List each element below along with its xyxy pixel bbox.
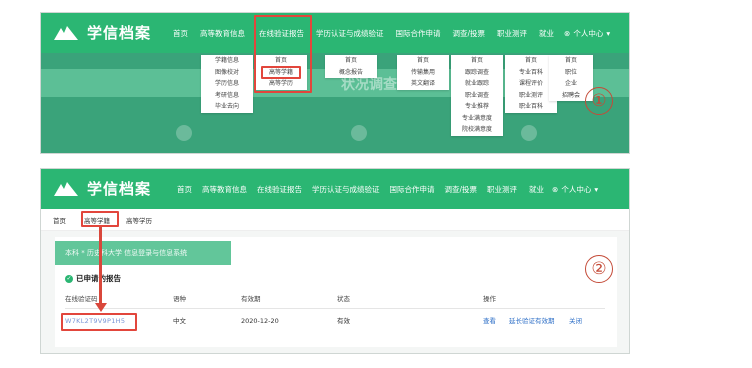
- status-cell: 有效: [337, 317, 350, 325]
- verification-code-link[interactable]: W7KL2T9V9P1H5: [65, 311, 125, 331]
- dropdown-item[interactable]: 图像校对: [201, 67, 253, 79]
- nav-jobs[interactable]: 就业: [529, 184, 544, 195]
- subtab-higher-degree[interactable]: 高等学历: [126, 215, 152, 225]
- check-circle-icon: ✓: [65, 274, 73, 283]
- dropdown-column-survey: 首页 跟踪调查 就业跟踪 职业调查 专业推荐 专业满意度 院校满意度: [451, 55, 503, 136]
- subtab-home[interactable]: 首页: [53, 215, 66, 225]
- dropdown-item-higher-enrollment[interactable]: 高等学籍: [255, 67, 307, 79]
- close-link[interactable]: 关闭: [569, 311, 582, 331]
- nav-intl[interactable]: 国际合作申请: [396, 28, 441, 39]
- screenshot-step-1: 学信档案 首页 高等教育信息 在线验证报告 学历认证与成绩验证 国际合作申请 调…: [40, 12, 630, 154]
- dropdown-item[interactable]: 专业推荐: [451, 101, 503, 113]
- column-header-actions: 操作: [483, 295, 496, 303]
- nav-online-report[interactable]: 在线验证报告: [257, 184, 302, 195]
- dropdown-item[interactable]: 首页: [397, 55, 449, 67]
- dropdown-item[interactable]: 高等学历: [255, 78, 307, 90]
- dropdown-item[interactable]: 英文翻译: [397, 78, 449, 90]
- user-icon: ⊗: [564, 28, 571, 38]
- nav-higher-edu[interactable]: 高等教育信息: [202, 184, 247, 195]
- school-banner: 本科 * 历史科大学 信息登录与信息系统: [55, 241, 231, 265]
- dropdown-item[interactable]: 就业跟踪: [451, 78, 503, 90]
- step-number-badge: ②: [585, 255, 613, 283]
- logo[interactable]: 学信档案: [53, 178, 151, 199]
- dropdown-item[interactable]: 首页: [325, 55, 377, 67]
- dropdown-item[interactable]: 职业百科: [505, 101, 557, 113]
- nav-intl[interactable]: 国际合作申请: [390, 184, 435, 195]
- mega-dropdown: 学籍信息 图像校对 学历信息 考研信息 毕业去向 首页 高等学籍 高等学历 首页…: [41, 53, 629, 153]
- user-menu[interactable]: ⊗ 个人中心 ▾: [552, 184, 598, 195]
- logo-icon: [54, 25, 78, 40]
- nav-survey[interactable]: 调查/投票: [453, 28, 486, 39]
- section-title: ✓ 已申请的报告: [65, 273, 121, 284]
- chevron-down-icon: ▾: [606, 28, 611, 38]
- logo-icon: [54, 181, 78, 196]
- nav-cert[interactable]: 学历认证与成绩验证: [316, 28, 384, 39]
- nav-career-test[interactable]: 职业测评: [497, 28, 527, 39]
- table-row: W7KL2T9V9P1H5 中文 2020-12-20 有效 查看 延长验证有效…: [65, 311, 605, 331]
- dropdown-column-basic: 学籍信息 图像校对 学历信息 考研信息 毕业去向: [201, 55, 253, 113]
- dropdown-item[interactable]: 考研信息: [201, 90, 253, 102]
- dropdown-item[interactable]: 院校满意度: [451, 124, 503, 136]
- column-header-code: 在线验证码: [65, 295, 98, 303]
- column-header-language: 语种: [173, 295, 186, 303]
- dropdown-item[interactable]: 首页: [451, 55, 503, 67]
- sub-tab-bar: 首页 高等学籍 高等学历: [41, 209, 629, 231]
- column-header-status: 状态: [337, 295, 350, 303]
- nav-jobs[interactable]: 就业: [539, 28, 554, 39]
- nav-higher-edu[interactable]: 高等教育信息: [200, 28, 245, 39]
- user-icon: ⊗: [552, 184, 559, 194]
- main-content: 本科 * 历史科大学 信息登录与信息系统 ✓ 已申请的报告 在线验证码 语种 有…: [41, 231, 629, 353]
- logo-text: 学信档案: [87, 180, 152, 198]
- arrow-down-icon: [94, 303, 107, 312]
- dropdown-column-intl: 首页 传输集用 英文翻译: [397, 55, 449, 90]
- screenshot-step-2: 学信档案 首页 高等教育信息 在线验证报告 学历认证与成绩验证 国际合作申请 调…: [40, 168, 630, 354]
- dropdown-item[interactable]: 概念报告: [325, 67, 377, 79]
- dropdown-item[interactable]: 传输集用: [397, 67, 449, 79]
- subtab-higher-enrollment[interactable]: 高等学籍: [84, 215, 110, 225]
- dropdown-item[interactable]: 专业满意度: [451, 113, 503, 125]
- nav-home[interactable]: 首页: [177, 184, 192, 195]
- step-number-badge: ①: [585, 87, 613, 115]
- column-header-expiry: 有效期: [241, 295, 261, 303]
- dropdown-item[interactable]: 毕业去向: [201, 101, 253, 113]
- nav-home[interactable]: 首页: [173, 28, 188, 39]
- report-panel: 本科 * 历史科大学 信息登录与信息系统 ✓ 已申请的报告 在线验证码 语种 有…: [55, 237, 617, 347]
- nav-online-report[interactable]: 在线验证报告: [259, 28, 304, 39]
- dropdown-item[interactable]: 首页: [549, 55, 593, 67]
- dropdown-column-cert: 首页 概念报告: [325, 55, 377, 78]
- language-cell: 中文: [173, 317, 186, 325]
- user-menu-label: 个人中心: [561, 184, 592, 194]
- nav-survey[interactable]: 调查/投票: [445, 184, 478, 195]
- dropdown-item[interactable]: 企业: [549, 78, 593, 90]
- user-menu[interactable]: ⊗ 个人中心 ▾: [564, 28, 610, 39]
- top-nav: 学信档案 首页 高等教育信息 在线验证报告 学历认证与成绩验证 国际合作申请 调…: [41, 169, 629, 209]
- nav-cert[interactable]: 学历认证与成绩验证: [312, 184, 380, 195]
- logo[interactable]: 学信档案: [53, 22, 151, 43]
- dropdown-column-report: 首页 高等学籍 高等学历: [255, 55, 307, 90]
- chevron-down-icon: ▾: [594, 184, 599, 194]
- arrow-shaft: [99, 227, 102, 305]
- nav-career-test[interactable]: 职业测评: [487, 184, 517, 195]
- logo-text: 学信档案: [87, 24, 152, 42]
- table-header: 在线验证码 语种 有效期 状态 操作: [65, 289, 605, 309]
- dropdown-item[interactable]: 职位: [549, 67, 593, 79]
- view-link[interactable]: 查看: [483, 311, 496, 331]
- dropdown-item[interactable]: 首页: [255, 55, 307, 67]
- top-nav: 学信档案 首页 高等教育信息 在线验证报告 学历认证与成绩验证 国际合作申请 调…: [41, 13, 629, 53]
- expiry-cell: 2020-12-20: [241, 317, 279, 325]
- extend-validity-link[interactable]: 延长验证有效期: [509, 311, 555, 331]
- dropdown-item[interactable]: 职业调查: [451, 90, 503, 102]
- dropdown-item[interactable]: 学籍信息: [201, 55, 253, 67]
- dropdown-item[interactable]: 学历信息: [201, 78, 253, 90]
- dropdown-item[interactable]: 跟踪调查: [451, 67, 503, 79]
- user-menu-label: 个人中心: [573, 28, 604, 38]
